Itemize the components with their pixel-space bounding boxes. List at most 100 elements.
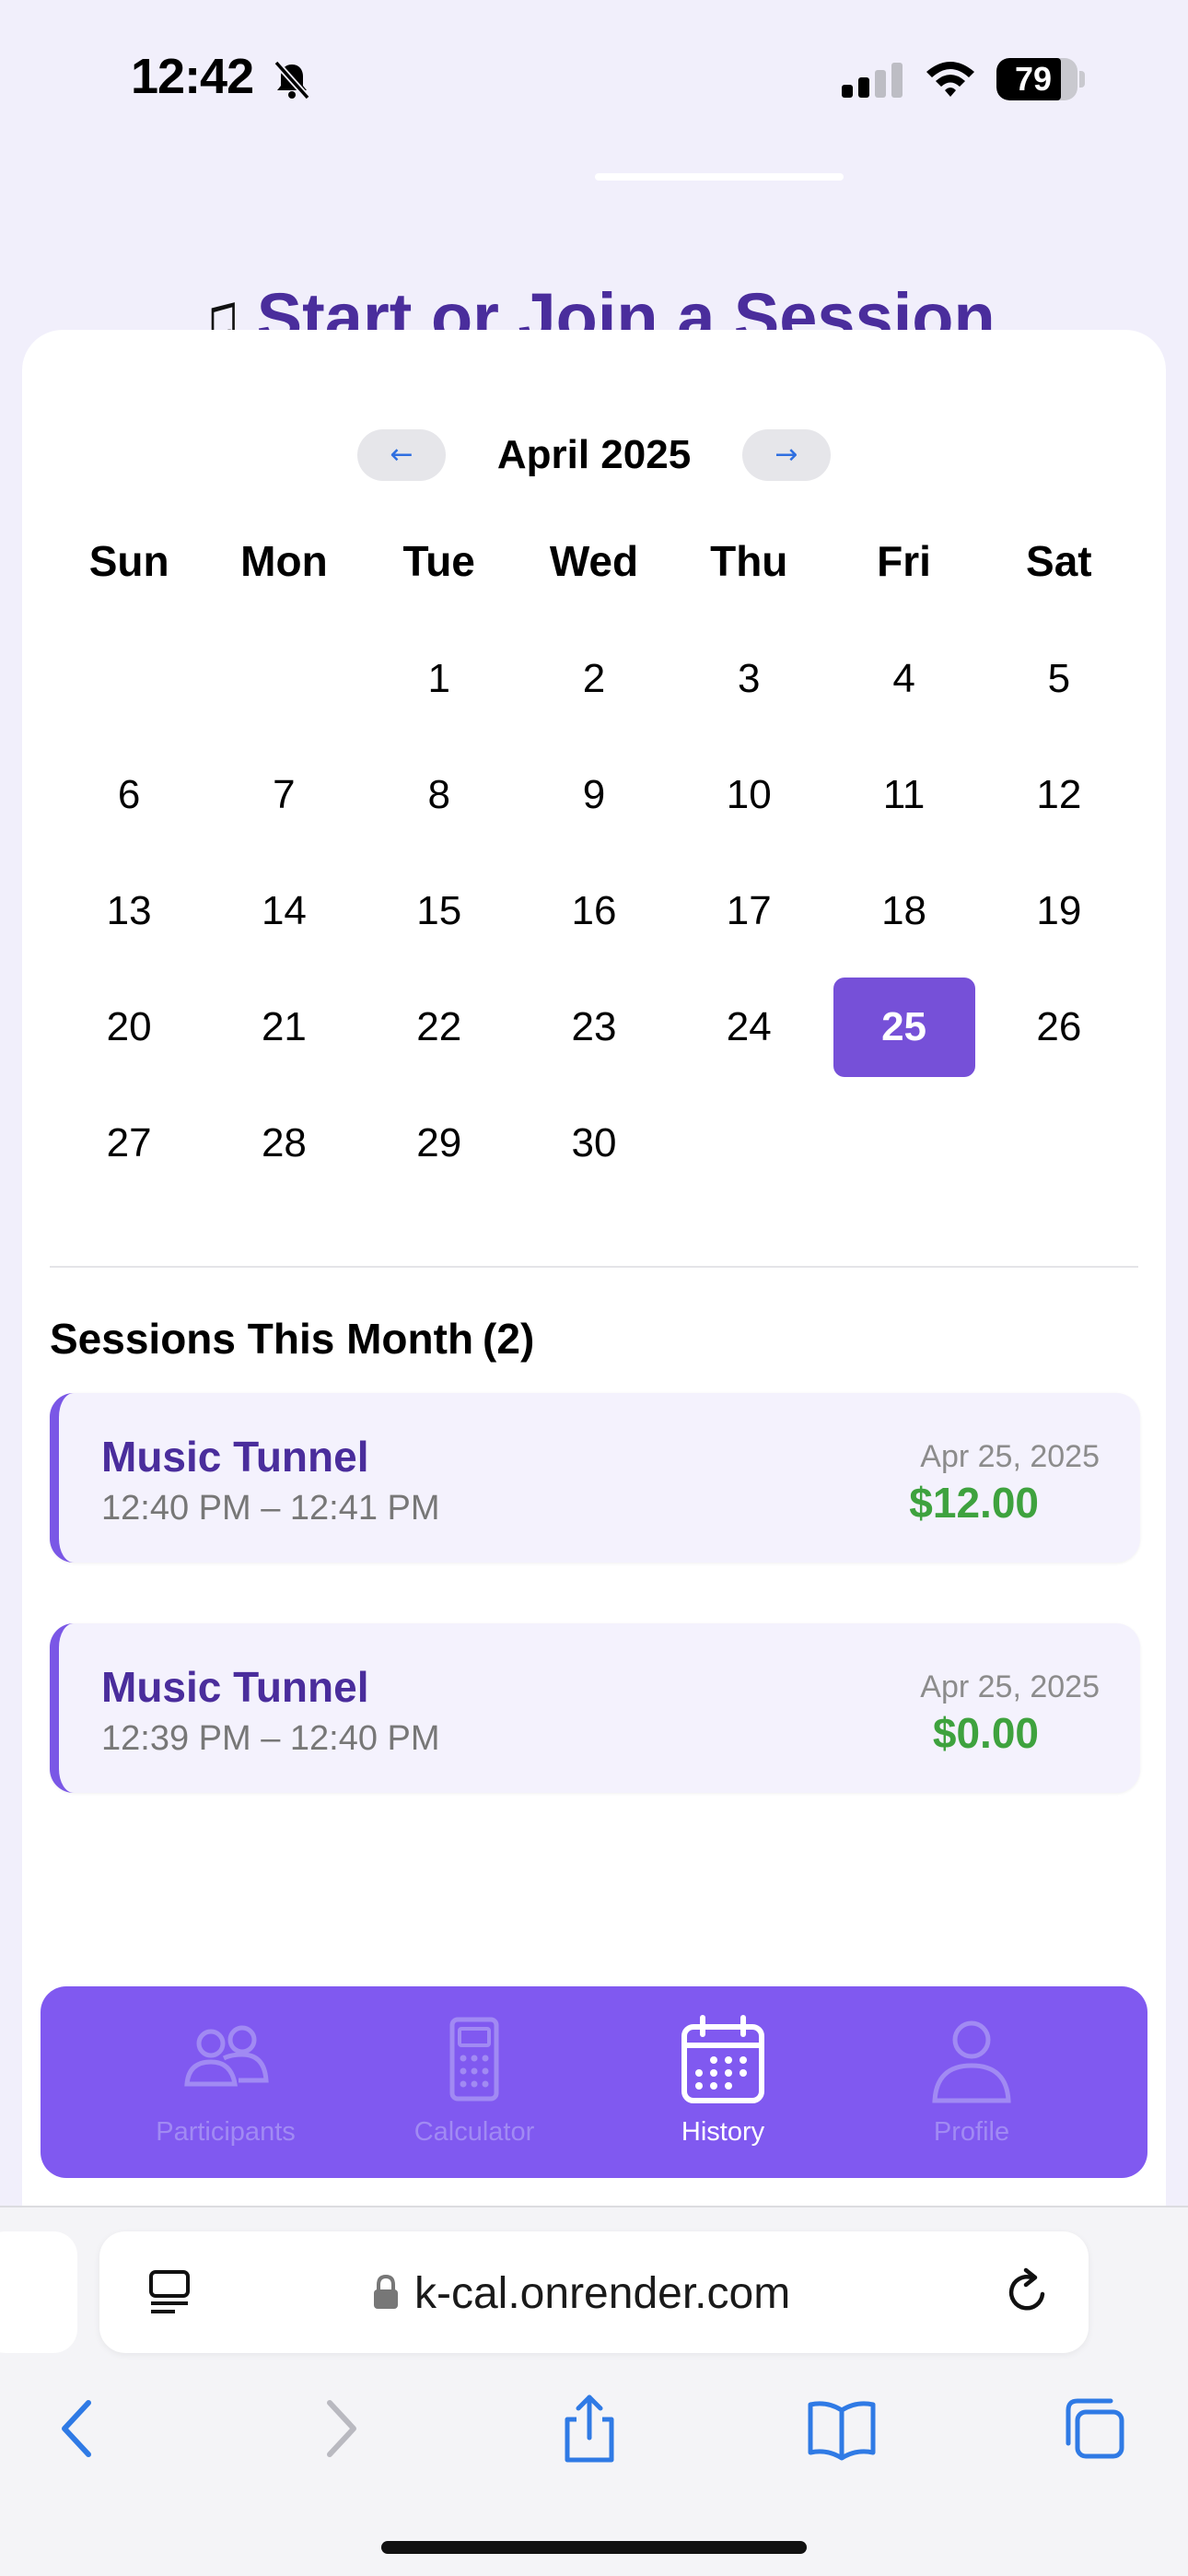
- session-date: Apr 25, 2025: [920, 1439, 1100, 1474]
- share-icon[interactable]: [553, 2392, 626, 2465]
- calendar-day-number: 1: [427, 656, 450, 701]
- calendar-day-number: 13: [106, 888, 152, 933]
- tab-participants[interactable]: Participants: [101, 1986, 350, 2178]
- calendar-day[interactable]: 18: [826, 853, 981, 969]
- session-amount: $12.00: [909, 1479, 1039, 1527]
- tab-history[interactable]: History: [599, 1986, 847, 2178]
- calendar-day[interactable]: 9: [517, 737, 671, 853]
- bottom-tab-bar: Participants Calculator History Profile: [41, 1986, 1147, 2178]
- calendar-day[interactable]: 28: [206, 1085, 361, 1201]
- divider: [50, 1266, 1138, 1268]
- back-icon[interactable]: [42, 2392, 116, 2465]
- session-card[interactable]: Music Tunnel 12:39 PM – 12:40 PM Apr 25,…: [50, 1623, 1140, 1793]
- weekday-mon: Mon: [240, 537, 328, 585]
- calendar-day[interactable]: 6: [52, 737, 206, 853]
- active-tab-indicator: [595, 173, 844, 181]
- calendar-day[interactable]: 26: [982, 969, 1136, 1085]
- weekday-wed: Wed: [549, 537, 639, 585]
- calendar-day[interactable]: 11: [826, 737, 981, 853]
- calendar-day-number: 10: [726, 772, 772, 817]
- lock-icon: [374, 2274, 398, 2309]
- calendar-day-number: 25: [833, 978, 975, 1077]
- calendar-day-number: 11: [882, 772, 926, 817]
- calendar-day[interactable]: 15: [362, 853, 517, 969]
- url-text: k-cal.onrender.com: [414, 2269, 791, 2318]
- calendar-day[interactable]: 7: [206, 737, 361, 853]
- session-name: Music Tunnel: [101, 1433, 369, 1481]
- calendar-icon: [681, 2015, 764, 2103]
- reader-mode-icon[interactable]: [146, 2268, 195, 2316]
- calendar-day-number: 18: [881, 888, 927, 933]
- status-time: 12:42: [131, 49, 254, 104]
- tab-profile[interactable]: Profile: [847, 1986, 1096, 2178]
- calendar-day-number: 17: [726, 888, 772, 933]
- calendar-day[interactable]: 29: [362, 1085, 517, 1201]
- calendar-day[interactable]: 1: [362, 621, 517, 737]
- weekday-tue: Tue: [402, 537, 475, 585]
- weekday-thu: Thu: [710, 537, 788, 585]
- next-month-button[interactable]: →: [742, 429, 831, 481]
- weekday-header: Sun Mon Tue Wed Thu Fri Sat: [52, 536, 1136, 586]
- calendar-day[interactable]: 14: [206, 853, 361, 969]
- calendar-day-number: 14: [261, 888, 307, 933]
- calendar-day-number: 16: [571, 888, 617, 933]
- muted-bell-icon: [274, 60, 310, 100]
- calendar-day-number: 28: [261, 1120, 307, 1165]
- tabs-icon[interactable]: [1057, 2392, 1131, 2465]
- cellular-signal-icon: [842, 63, 903, 98]
- calendar-day-number: 3: [738, 656, 761, 701]
- calendar-day-number: 24: [726, 1004, 772, 1049]
- previous-tab-preview[interactable]: [0, 2231, 77, 2353]
- home-indicator: [381, 2541, 807, 2554]
- calendar-day[interactable]: 30: [517, 1085, 671, 1201]
- calendar-day-number: 29: [416, 1120, 462, 1165]
- calendar-day[interactable]: 16: [517, 853, 671, 969]
- sessions-heading: Sessions This Month (2): [50, 1315, 535, 1363]
- calendar-day-number: 2: [582, 656, 606, 701]
- calendar-day[interactable]: 5: [982, 621, 1136, 737]
- tab-calculator[interactable]: Calculator: [350, 1986, 599, 2178]
- calendar-day-number: 15: [416, 888, 462, 933]
- battery-level: 79: [1014, 60, 1053, 98]
- previous-month-button[interactable]: ←: [357, 429, 446, 481]
- calendar-day[interactable]: 2: [517, 621, 671, 737]
- calendar-day[interactable]: 12: [982, 737, 1136, 853]
- reload-icon[interactable]: [1002, 2266, 1054, 2318]
- calendar-day[interactable]: 10: [671, 737, 826, 853]
- calendar-day[interactable]: 4: [826, 621, 981, 737]
- tab-label: History: [681, 2117, 765, 2147]
- wifi-icon: [926, 62, 974, 97]
- tab-label: Profile: [933, 2117, 1010, 2147]
- calendar-day[interactable]: 3: [671, 621, 826, 737]
- calendar-days-grid: 1 2 3 4 5 6 7 8 9 10 11 12 13 14 15 16 17 18 19 20 21 22 23 24 2…: [52, 621, 1136, 1201]
- session-card[interactable]: Music Tunnel 12:40 PM – 12:41 PM Apr 25,…: [50, 1393, 1140, 1563]
- calendar-day-number: 7: [273, 772, 296, 817]
- calendar-day[interactable]: 21: [206, 969, 361, 1085]
- calendar-day-number: 6: [117, 772, 141, 817]
- calendar-day[interactable]: 24: [671, 969, 826, 1085]
- session-time-range: 12:39 PM – 12:40 PM: [101, 1719, 440, 1758]
- calendar-day[interactable]: 27: [52, 1085, 206, 1201]
- calendar-blank-cell: [52, 621, 206, 737]
- calendar-day[interactable]: 8: [362, 737, 517, 853]
- calendar-day[interactable]: 23: [517, 969, 671, 1085]
- calendar-day-number: 27: [106, 1120, 152, 1165]
- month-navigation: ← April 2025 →: [22, 429, 1166, 485]
- session-time-range: 12:40 PM – 12:41 PM: [101, 1489, 440, 1528]
- profile-icon: [932, 2020, 1011, 2103]
- calendar-day-number: 23: [571, 1004, 617, 1049]
- calendar-day-number: 19: [1036, 888, 1082, 933]
- address-bar[interactable]: k-cal.onrender.com: [99, 2231, 1089, 2353]
- calendar-day[interactable]: 20: [52, 969, 206, 1085]
- forward-icon[interactable]: [302, 2392, 376, 2465]
- bookmarks-icon[interactable]: [805, 2392, 879, 2465]
- participants-icon: [184, 2025, 269, 2087]
- calendar-day[interactable]: 17: [671, 853, 826, 969]
- calendar-day-number: 4: [892, 656, 915, 701]
- calendar-day-selected[interactable]: 25: [826, 969, 981, 1085]
- weekday-sat: Sat: [1026, 537, 1092, 585]
- weekday-sun: Sun: [88, 537, 169, 585]
- calendar-day[interactable]: 19: [982, 853, 1136, 969]
- calendar-day[interactable]: 22: [362, 969, 517, 1085]
- calendar-day[interactable]: 13: [52, 853, 206, 969]
